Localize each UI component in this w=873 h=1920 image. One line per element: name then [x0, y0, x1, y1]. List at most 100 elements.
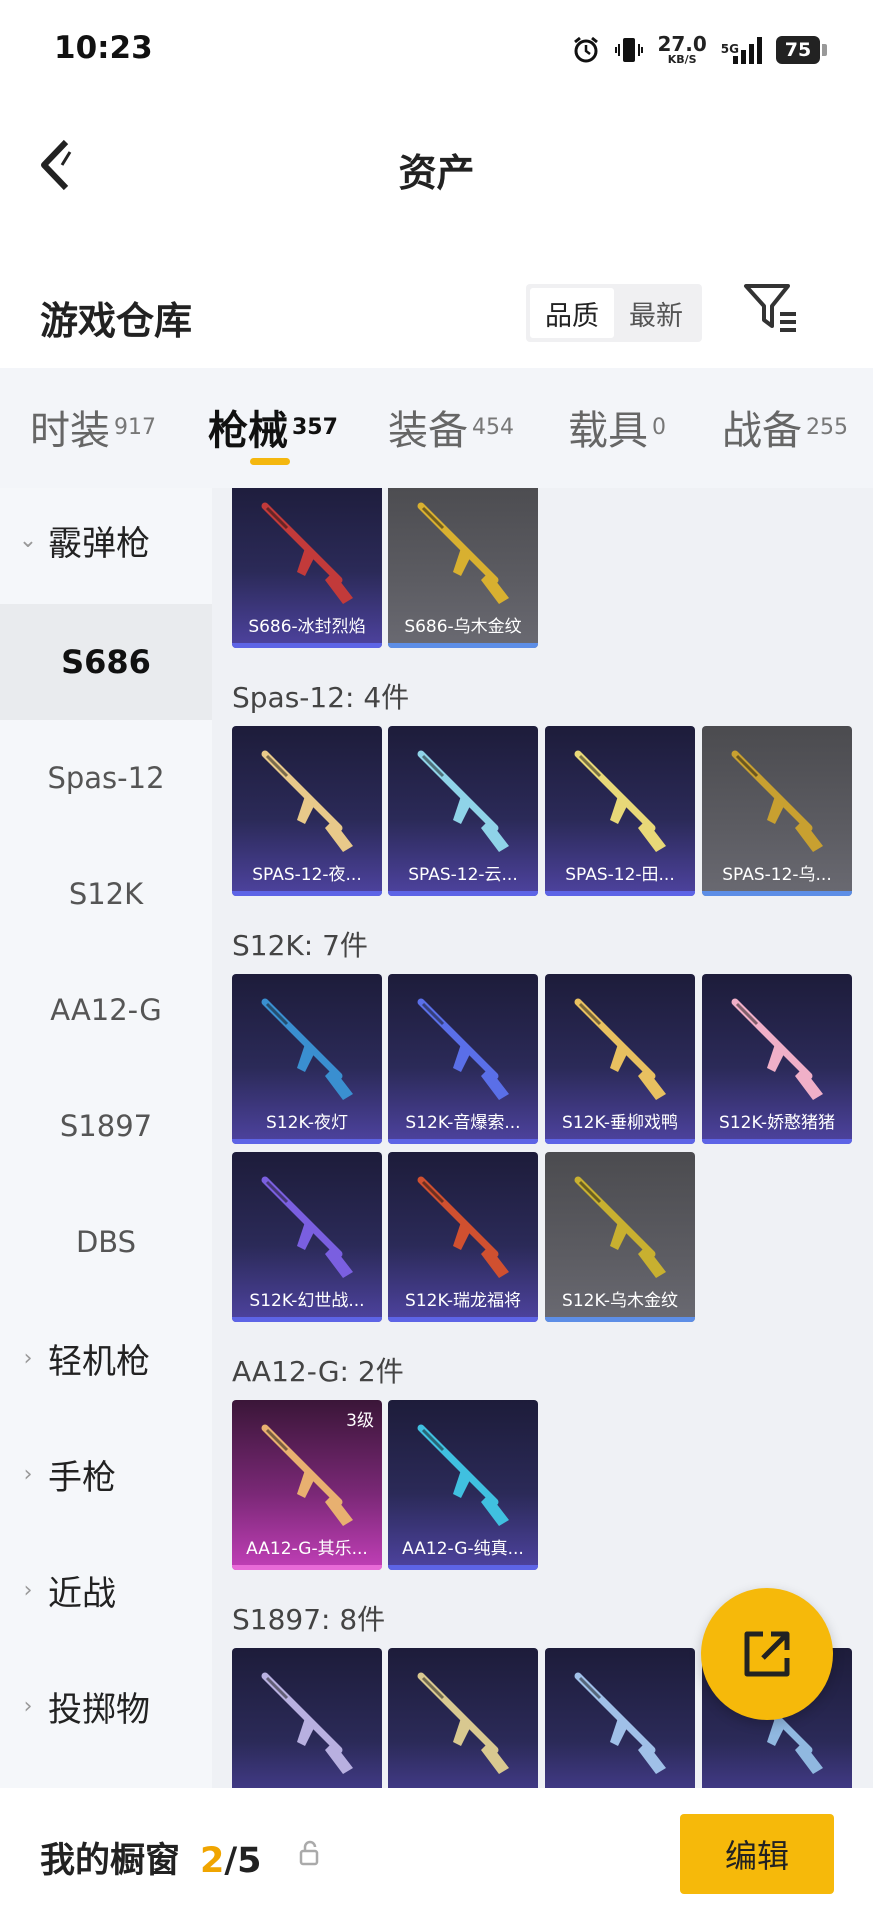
rarity-bar: [388, 1565, 538, 1570]
weapon-icon: [261, 1672, 353, 1774]
edit-button[interactable]: 编辑: [680, 1814, 834, 1894]
weapon-card[interactable]: S686-冰封烈焰: [232, 488, 382, 648]
rarity-bar: [388, 1317, 538, 1322]
weapon-card[interactable]: SPAS-12-田...: [545, 726, 695, 896]
sidebar-item[interactable]: S686: [0, 604, 212, 720]
lock-icon: [299, 1840, 319, 1866]
status-time: 10:23: [54, 30, 153, 66]
weapon-card[interactable]: S12K-乌木金纹: [545, 1152, 695, 1322]
weapon-card[interactable]: SPAS-12-夜...: [232, 726, 382, 896]
sidebar-item-label: S12K: [68, 877, 144, 911]
weapon-icon: [417, 1424, 509, 1526]
sidebar-item[interactable]: › 近战: [0, 1532, 212, 1648]
page-title: 资产: [398, 151, 475, 195]
weapon-icon: [417, 750, 509, 852]
weapon-icon: [417, 1672, 509, 1774]
weapon-card[interactable]: S686-乌木金纹: [388, 488, 538, 648]
chevron-right-icon: ›: [23, 1345, 33, 1371]
sidebar-item-label: 手枪: [48, 1457, 116, 1498]
sidebar-item[interactable]: AA12-G: [0, 952, 212, 1068]
tab-weapons[interactable]: 枪械 357: [208, 398, 338, 456]
rarity-bar: [232, 1317, 382, 1322]
vibrate-icon: [615, 37, 644, 62]
weapon-name: SPAS-12-田...: [565, 865, 675, 885]
weapon-icon: [261, 502, 353, 604]
weapon-name: AA12-G-纯真...: [402, 1539, 524, 1559]
weapon-card[interactable]: [232, 1648, 382, 1788]
weapon-icon: [261, 998, 353, 1100]
showcase-count: 2/5: [200, 1841, 262, 1881]
weapon-icon: [574, 750, 666, 852]
sidebar-item[interactable]: S1897: [0, 1068, 212, 1184]
sidebar-item[interactable]: › 手枪: [0, 1416, 212, 1532]
rarity-bar: [545, 891, 695, 896]
weapon-card[interactable]: 3级 AA12-G-其乐...: [232, 1400, 382, 1570]
weapon-icon: [417, 998, 509, 1100]
category-tabs: 时装 917 枪械 357 装备 454 载具 0 战备 255: [0, 368, 873, 488]
sidebar-item[interactable]: DBS: [0, 1184, 212, 1300]
sort-newest-button[interactable]: 最新: [614, 288, 698, 338]
sidebar-item-label: AA12-G: [50, 993, 162, 1027]
weapon-card[interactable]: [388, 1648, 538, 1788]
weapon-name: S12K-音爆索...: [405, 1113, 521, 1133]
rarity-bar: [232, 643, 382, 648]
weapon-name: SPAS-12-夜...: [252, 865, 362, 885]
sidebar-item[interactable]: ⌄ 霰弹枪: [0, 482, 212, 598]
tab-vehicles[interactable]: 载具 0: [568, 398, 666, 456]
warehouse-title: 游戏仓库: [40, 299, 193, 343]
weapon-name: S686-乌木金纹: [404, 617, 522, 637]
weapon-name: S12K-乌木金纹: [562, 1291, 678, 1311]
weapon-icon: [261, 750, 353, 852]
sidebar-item-label: DBS: [75, 1225, 137, 1259]
status-bar: 10:23 27.0 KB/S 5G 75: [0, 0, 873, 100]
weapon-name: S12K-瑞龙福将: [405, 1291, 521, 1311]
section-header: AA12-G: 2件: [232, 1355, 404, 1388]
rarity-bar: [388, 1139, 538, 1144]
section-header: S12K: 7件: [232, 929, 368, 962]
weapon-icon: [574, 1176, 666, 1278]
sidebar-item-label: 近战: [48, 1573, 116, 1614]
weapon-card[interactable]: S12K-瑞龙福将: [388, 1152, 538, 1322]
weapon-card[interactable]: S12K-垂柳戏鸭: [545, 974, 695, 1144]
weapon-card[interactable]: AA12-G-纯真...: [388, 1400, 538, 1570]
share-button[interactable]: [701, 1588, 833, 1720]
tab-fashion[interactable]: 时装 917: [30, 398, 156, 456]
chevron-right-icon: ›: [23, 1577, 33, 1603]
section-header: Spas-12: 4件: [232, 681, 410, 714]
rarity-bar: [232, 1565, 382, 1570]
tab-equipment[interactable]: 装备 454: [388, 398, 514, 456]
tab-supplies[interactable]: 战备 255: [722, 398, 848, 456]
sidebar-item-label: 霰弹枪: [48, 523, 150, 564]
chevron-right-icon: ›: [23, 1461, 33, 1487]
weapon-name: S12K-垂柳戏鸭: [562, 1113, 678, 1133]
sidebar-item[interactable]: Spas-12: [0, 720, 212, 836]
sidebar-item[interactable]: S12K: [0, 836, 212, 952]
level-badge: 3级: [346, 1411, 374, 1431]
warehouse-header: 游戏仓库 品质 最新: [0, 278, 873, 368]
sort-quality-button[interactable]: 品质: [530, 288, 614, 338]
weapon-card[interactable]: [545, 1648, 695, 1788]
weapon-name: AA12-G-其乐...: [246, 1539, 368, 1559]
weapon-card[interactable]: S12K-幻世战...: [232, 1152, 382, 1322]
battery-icon: 75: [776, 35, 827, 64]
weapon-name: S12K-娇憨猪猪: [719, 1113, 835, 1133]
rarity-bar: [388, 891, 538, 896]
weapon-card[interactable]: SPAS-12-云...: [388, 726, 538, 896]
weapon-card[interactable]: S12K-音爆索...: [388, 974, 538, 1144]
showcase-label: 我的橱窗 2/5: [40, 1841, 262, 1881]
weapon-card[interactable]: S12K-娇憨猪猪: [702, 974, 852, 1144]
rarity-bar: [232, 891, 382, 896]
bottom-bar: 我的橱窗 2/5 编辑: [0, 1788, 873, 1920]
filter-icon[interactable]: [742, 278, 800, 338]
sidebar-item[interactable]: › 轻机枪: [0, 1300, 212, 1416]
sidebar: ⌄ 霰弹枪 S686 Spas-12 S12K AA12-G S1897 DBS › 轻机枪 › 手枪…: [0, 488, 212, 1788]
weapon-icon: [261, 1176, 353, 1278]
weapon-icon: [417, 502, 509, 604]
weapon-icon: [417, 1176, 509, 1278]
network-type: 5G: [720, 41, 739, 56]
sidebar-item[interactable]: › 投掷物: [0, 1648, 212, 1764]
weapon-card[interactable]: SPAS-12-乌...: [702, 726, 852, 896]
chevron-right-icon: ›: [23, 1693, 33, 1719]
rarity-bar: [232, 1139, 382, 1144]
weapon-card[interactable]: S12K-夜灯: [232, 974, 382, 1144]
